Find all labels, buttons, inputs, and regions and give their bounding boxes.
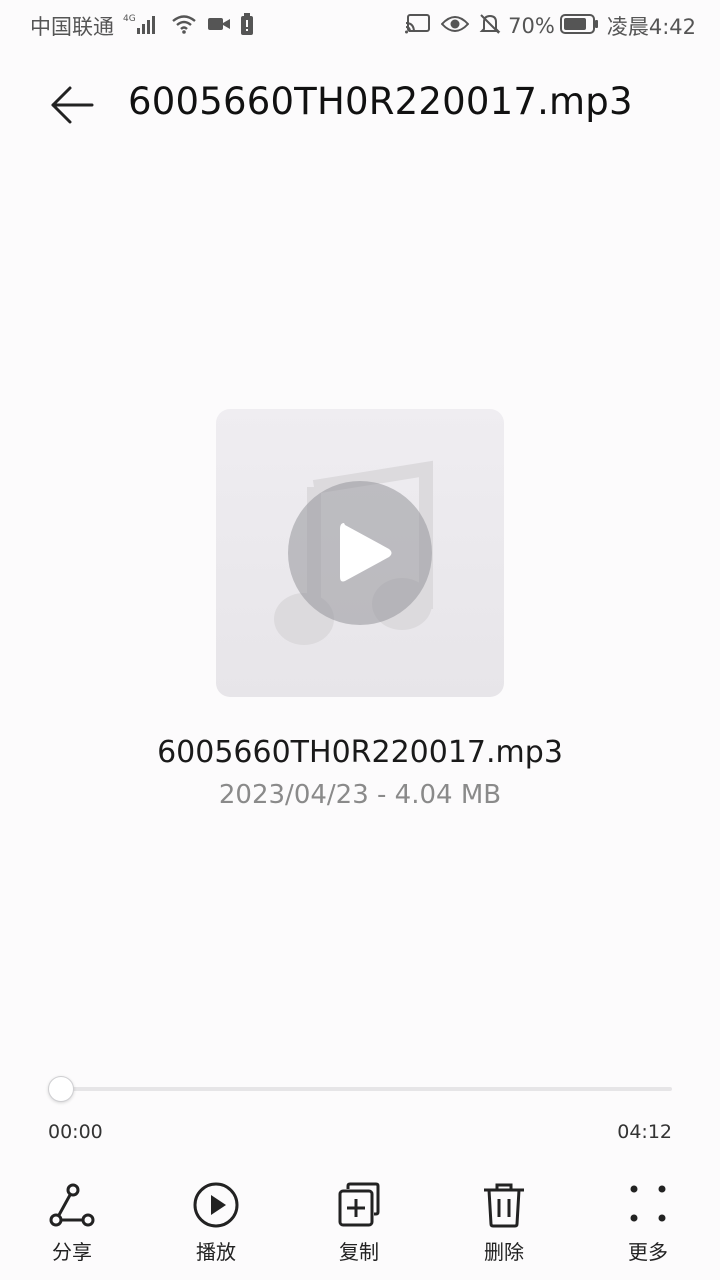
trash-icon [454, 1180, 554, 1230]
page-title: 6005660TH0R220017.mp3 [128, 80, 633, 123]
progress-track[interactable] [60, 1087, 672, 1091]
more-label: 更多 [628, 1240, 668, 1264]
network-type: 4G [123, 14, 136, 24]
share-icon [22, 1180, 122, 1230]
play-circle-icon [166, 1180, 266, 1230]
delete-label: 删除 [484, 1240, 524, 1264]
file-name: 6005660TH0R220017.mp3 [157, 735, 563, 770]
copy-button[interactable]: 复制 [309, 1180, 409, 1265]
video-camera-icon [207, 14, 231, 38]
current-time: 00:00 [48, 1121, 103, 1143]
battery-saver-icon [241, 12, 253, 40]
share-button[interactable]: 分享 [22, 1180, 122, 1265]
play-label: 播放 [196, 1240, 236, 1264]
cast-icon [405, 13, 431, 40]
play-button[interactable] [288, 481, 432, 625]
play-icon [288, 523, 432, 629]
signal-icon: 4G [123, 13, 161, 40]
mute-bell-icon [479, 13, 501, 40]
total-time: 04:12 [617, 1121, 672, 1143]
battery-icon [559, 13, 600, 40]
eye-icon [440, 14, 470, 39]
status-bar: 中国联通 4G 70% 凌晨4:42 [0, 0, 720, 50]
share-label: 分享 [52, 1240, 92, 1264]
copy-label: 复制 [339, 1240, 379, 1264]
copy-icon [309, 1180, 409, 1230]
back-button[interactable] [48, 82, 96, 128]
clock: 凌晨4:42 [606, 15, 696, 39]
progress-thumb[interactable] [48, 1076, 74, 1102]
bottom-toolbar: 分享 播放 复制 删除 更多 [0, 1180, 720, 1280]
delete-button[interactable]: 删除 [454, 1180, 554, 1265]
more-button[interactable]: 更多 [598, 1180, 698, 1265]
carrier-name: 中国联通 [30, 15, 114, 39]
more-icon [598, 1180, 698, 1230]
file-meta: 2023/04/23 - 4.04 MB [218, 780, 502, 810]
wifi-icon [171, 13, 197, 40]
play-toolbar-button[interactable]: 播放 [166, 1180, 266, 1265]
back-arrow-icon [48, 86, 96, 132]
battery-percent: 70% [508, 14, 555, 38]
